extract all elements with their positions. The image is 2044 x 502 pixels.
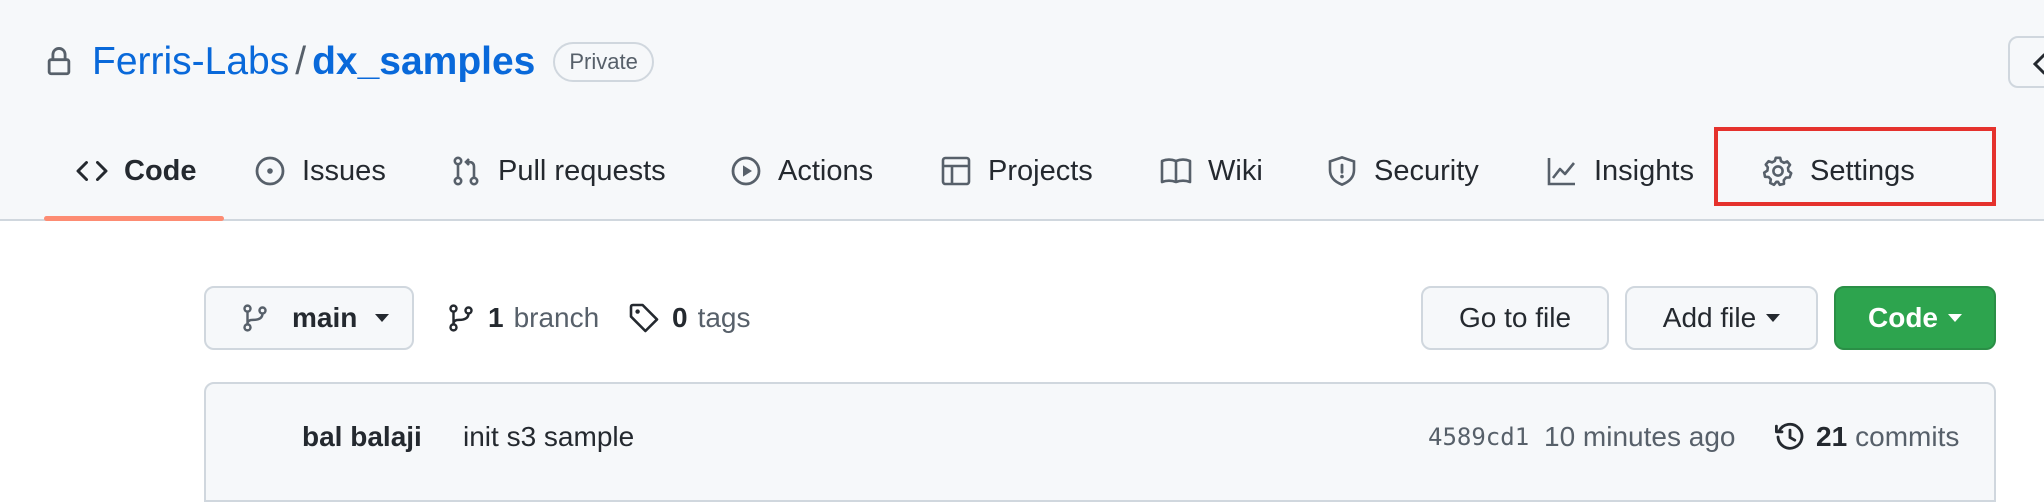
tab-pull-requests-label: Pull requests (498, 154, 666, 187)
tab-security-label: Security (1374, 154, 1479, 187)
branch-select-button[interactable]: main (204, 286, 414, 350)
issue-opened-icon (255, 156, 285, 186)
go-to-file-label: Go to file (1458, 302, 1572, 333)
chevron-down-icon (1766, 314, 1781, 322)
tab-insights[interactable]: Insights (1546, 148, 1694, 194)
history-icon (1775, 422, 1804, 450)
chevron-down-icon (1948, 314, 1962, 322)
code-icon (76, 160, 108, 182)
commits-label: commits (1855, 421, 1960, 452)
commit-author[interactable]: bal balaji (302, 421, 422, 453)
branches-count: 1 (488, 302, 504, 333)
tab-actions-label: Actions (778, 154, 874, 187)
latest-commit-row: bal balaji init s3 sample 4589cd1 10 min… (0, 412, 2044, 462)
add-file-button[interactable]: Add file (1625, 286, 1818, 350)
selected-tab-underline (44, 216, 224, 221)
tags-label: tags (697, 302, 751, 333)
git-pull-request-icon (453, 156, 479, 186)
commit-time[interactable]: 10 minutes ago (1544, 421, 1735, 453)
code-button-label: Code (1868, 302, 1938, 333)
header-side-button[interactable] (2008, 36, 2044, 88)
branches-label: branch (513, 302, 600, 333)
branch-name: main (292, 302, 358, 333)
path-separator: / (295, 40, 307, 83)
repo-title: Ferris-Labs / dx_samples Private (44, 36, 654, 88)
commit-sha[interactable]: 4589cd1 (1428, 423, 1529, 451)
tab-issues[interactable]: Issues (254, 148, 386, 194)
branches-link[interactable]: 1 branch (446, 296, 599, 340)
book-icon (1160, 158, 1192, 184)
settings-highlight-outline (1714, 127, 1996, 206)
chevron-down-icon (375, 314, 390, 322)
repo-owner-link[interactable]: Ferris-Labs (92, 40, 289, 84)
tab-code-label: Code (124, 154, 197, 187)
tags-count: 0 (672, 302, 688, 333)
tab-insights-label: Insights (1594, 154, 1694, 187)
tag-icon (629, 303, 659, 333)
tab-issues-label: Issues (302, 154, 386, 187)
shield-icon (1328, 156, 1356, 186)
commits-link[interactable]: 21 commits (1774, 421, 1959, 453)
commits-count: 21 (1816, 421, 1848, 452)
tab-projects-label: Projects (988, 154, 1093, 187)
chevron-left-icon (2032, 53, 2044, 75)
table-icon (941, 156, 971, 186)
tab-wiki[interactable]: Wiki (1160, 148, 1263, 194)
git-branch-icon (243, 304, 267, 332)
lock-icon (47, 47, 71, 76)
repo-name-link[interactable]: dx_samples (312, 40, 535, 84)
add-file-label: Add file (1662, 302, 1757, 333)
tab-pull-requests[interactable]: Pull requests (450, 148, 666, 194)
tab-wiki-label: Wiki (1208, 154, 1263, 187)
git-branch-icon (449, 304, 473, 332)
commit-message[interactable]: init s3 sample (463, 421, 634, 453)
tab-security[interactable]: Security (1326, 148, 1479, 194)
code-button[interactable]: Code (1834, 286, 1996, 350)
go-to-file-button[interactable]: Go to file (1421, 286, 1609, 350)
play-icon (731, 156, 761, 186)
tab-code[interactable]: Code (76, 148, 197, 194)
tab-actions[interactable]: Actions (730, 148, 873, 194)
visibility-badge: Private (553, 42, 654, 82)
tab-projects[interactable]: Projects (940, 148, 1093, 194)
tags-link[interactable]: 0 tags (628, 296, 751, 340)
graph-icon (1547, 158, 1576, 186)
